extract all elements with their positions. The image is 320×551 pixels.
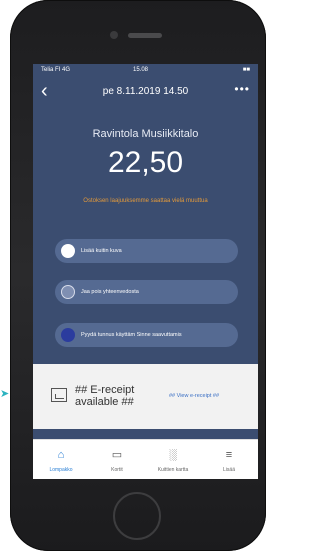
- app-screen: Telia FI 4G 15.08 ■■ ‹ pe 8.11.2019 14.5…: [33, 64, 258, 479]
- tab-more[interactable]: ≡ Lisää: [201, 440, 257, 479]
- cards-icon: ▭: [111, 449, 123, 461]
- action-label: Pyydä tunnus käyttäm Sinne saavuttamis: [81, 332, 182, 338]
- action-label: Jaa pois yhteenvedosta: [81, 289, 139, 295]
- front-camera: [110, 31, 118, 39]
- tab-label: Lisää: [223, 467, 235, 473]
- page-title: pe 8.11.2019 14.50: [102, 86, 189, 97]
- share-icon: [61, 285, 75, 299]
- camera-icon: [61, 244, 75, 258]
- more-options-button[interactable]: •••: [234, 82, 250, 96]
- tab-label: Kuittien kartta: [157, 467, 189, 473]
- ereceipt-label-line1: ## E-receipt: [75, 384, 135, 396]
- phone-frame: Telia FI 4G 15.08 ■■ ‹ pe 8.11.2019 14.5…: [10, 0, 266, 551]
- exclude-from-summary-button[interactable]: Jaa pois yhteenvedosta: [55, 280, 238, 304]
- tab-cards[interactable]: ▭ Kortit: [89, 440, 145, 479]
- nav-bar: ‹ pe 8.11.2019 14.50 •••: [33, 78, 258, 108]
- status-bar: Telia FI 4G 15.08 ■■: [33, 64, 258, 76]
- action-label: Lisää kuitin kuva: [81, 248, 122, 254]
- ereceipt-label: ## E-receipt available ##: [75, 384, 134, 408]
- view-ereceipt-link[interactable]: ## View e-receipt ##: [169, 393, 219, 399]
- purchase-amount: 22,50: [107, 146, 184, 179]
- battery-icon: ■■: [242, 67, 250, 73]
- image-icon: [51, 388, 67, 402]
- carrier-label: Telia FI 4G: [41, 67, 71, 73]
- home-icon: ⌂: [57, 449, 65, 461]
- add-receipt-photo-button[interactable]: Lisää kuitin kuva: [55, 239, 238, 263]
- tab-bar: ⌂ Lompakko ▭ Kortit ░ Kuittien kartta ≡ …: [33, 439, 258, 479]
- request-id-button[interactable]: Pyydä tunnus käyttäm Sinne saavuttamis: [55, 323, 238, 347]
- ereceipt-label-line2: available ##: [75, 396, 134, 408]
- home-button[interactable]: [113, 492, 161, 540]
- pointer-arrow-icon: ➤: [0, 388, 10, 400]
- menu-icon: ≡: [225, 449, 233, 461]
- venue-name: Ravintola Musiikkitalo: [92, 128, 199, 140]
- tab-label: Kortit: [111, 467, 123, 473]
- tab-wallet[interactable]: ⌂ Lompakko: [33, 440, 89, 479]
- warning-text: Ostoksen laajuuksemme saattaa vielä muut…: [83, 198, 208, 204]
- ereceipt-card: ## E-receipt available ## ## View e-rece…: [33, 364, 258, 429]
- search-icon: [61, 328, 75, 342]
- clock-label: 15.08: [133, 67, 149, 73]
- chart-icon: ░: [169, 449, 177, 461]
- earpiece-speaker: [128, 33, 162, 38]
- tab-label: Lompakko: [49, 467, 73, 473]
- tab-receipt-map[interactable]: ░ Kuittien kartta: [145, 440, 201, 479]
